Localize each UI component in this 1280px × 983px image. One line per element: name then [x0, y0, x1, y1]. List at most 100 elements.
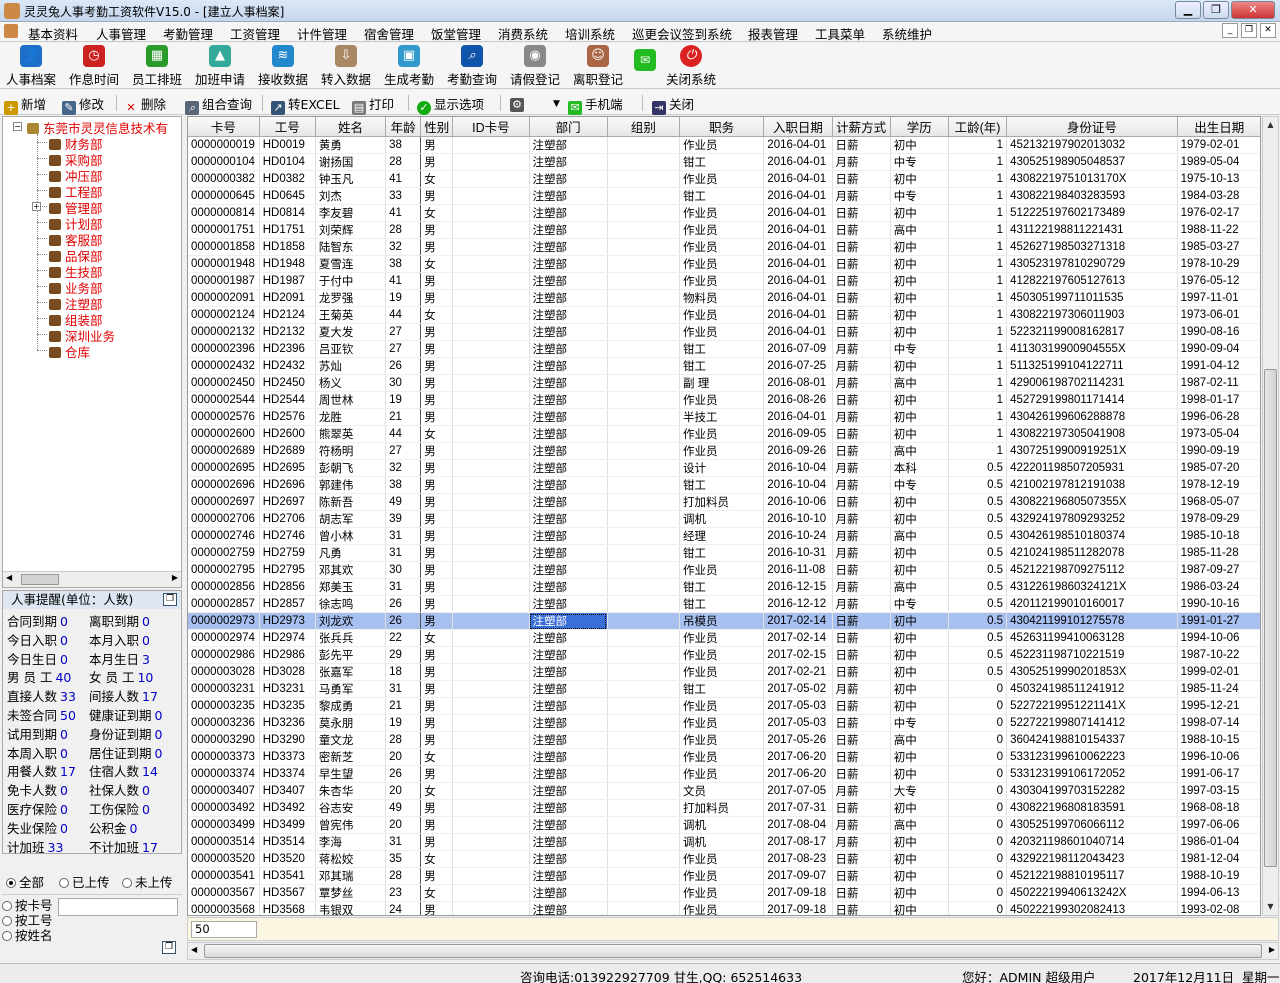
table-cell[interactable]: 0000002706 [188, 510, 260, 528]
table-cell[interactable]: 钳工 [679, 357, 765, 375]
table-cell[interactable] [452, 867, 530, 885]
menu-piecework[interactable]: 计件管理 [297, 24, 347, 43]
table-cell[interactable]: 0000002857 [188, 595, 260, 613]
table-cell[interactable]: 注塑部 [529, 289, 608, 307]
table-cell[interactable]: 调机 [679, 833, 765, 851]
scroll-thumb[interactable] [1264, 369, 1277, 867]
table-cell[interactable]: HD1858 [259, 238, 316, 256]
table-cell[interactable] [607, 238, 681, 256]
table-cell[interactable]: 43082219751013170X [1006, 170, 1178, 188]
table-cell[interactable]: 0000002973 [188, 612, 260, 630]
table-cell[interactable]: 男 [420, 680, 454, 698]
table-cell[interactable]: 0 [948, 867, 1008, 885]
table-cell[interactable]: 0000002986 [188, 646, 260, 664]
radio-uploaded[interactable]: 已上传 [59, 872, 110, 891]
table-cell[interactable]: 31 [385, 680, 422, 698]
table-cell[interactable]: HD3231 [259, 680, 316, 698]
table-cell[interactable]: 2017-05-26 [763, 731, 833, 749]
table-cell[interactable]: 430822196808183591 [1006, 799, 1178, 817]
table-cell[interactable]: 作业员 [679, 170, 765, 188]
table-cell[interactable]: 注塑部 [529, 170, 608, 188]
table-cell[interactable]: 0 [948, 731, 1008, 749]
table-cell[interactable]: 1 [948, 391, 1008, 409]
table-cell[interactable]: 0 [948, 765, 1008, 783]
table-cell[interactable]: 1 [948, 170, 1008, 188]
table-cell[interactable]: 1 [948, 187, 1008, 205]
table-cell[interactable]: 男 [420, 272, 454, 290]
table-cell[interactable]: 胡志军 [315, 510, 387, 528]
close-system-button[interactable]: ⏻ 关闭系统 [660, 45, 722, 89]
table-cell[interactable]: 初中 [890, 510, 949, 528]
table-row[interactable]: 0000000019 HD0019 黄勇 38 男 注塑部 作业员 2016-04-01 日薪初… [188, 136, 1260, 154]
table-cell[interactable]: 注塑部 [529, 459, 608, 477]
table-cell[interactable]: 注塑部 [529, 680, 608, 698]
column-header[interactable]: 计薪方式 [832, 117, 891, 137]
table-cell[interactable]: 日薪 [832, 289, 891, 307]
table-cell[interactable]: 注塑部 [529, 204, 608, 222]
table-cell[interactable]: 420112199010160017 [1006, 595, 1178, 613]
table-row[interactable]: 0000003541 HD3541 邓其瑞 28 男 注塑部 作业员 2017-09-07 日薪… [188, 867, 1260, 885]
table-cell[interactable]: HD2857 [259, 595, 316, 613]
table-cell[interactable]: HD2986 [259, 646, 316, 664]
table-cell[interactable]: 0000002396 [188, 340, 260, 358]
table-cell[interactable]: HD2600 [259, 425, 316, 443]
table-cell[interactable]: 注塑部 [529, 255, 608, 273]
table-cell[interactable]: 0000003374 [188, 765, 260, 783]
table-cell[interactable] [607, 408, 681, 426]
table-cell[interactable]: 日薪 [832, 391, 891, 409]
table-cell[interactable]: HD2689 [259, 442, 316, 460]
table-cell[interactable]: 中专 [890, 714, 949, 732]
table-cell[interactable]: HD3541 [259, 867, 316, 885]
table-cell[interactable]: 高中 [890, 374, 949, 392]
table-cell[interactable]: 2017-09-18 [763, 901, 833, 915]
table-cell[interactable] [607, 748, 681, 766]
table-cell[interactable]: HD3514 [259, 833, 316, 851]
table-cell[interactable] [607, 306, 681, 324]
table-cell[interactable] [607, 357, 681, 375]
table-cell[interactable]: HD2746 [259, 527, 316, 545]
table-cell[interactable]: 日薪 [832, 850, 891, 868]
menu-basic-data[interactable]: 基本资料 [28, 24, 78, 43]
table-cell[interactable] [607, 663, 681, 681]
table-cell[interactable]: 高中 [890, 442, 949, 460]
table-cell[interactable]: 27 [385, 323, 422, 341]
table-cell[interactable]: 0000000104 [188, 153, 260, 171]
table-cell[interactable]: 初中 [890, 170, 949, 188]
table-cell[interactable]: 日薪 [832, 561, 891, 579]
table-cell[interactable]: 2017-05-03 [763, 697, 833, 715]
table-cell[interactable]: 月薪 [832, 578, 891, 596]
table-cell[interactable] [452, 272, 530, 290]
table-cell[interactable]: 注塑部 [529, 340, 608, 358]
column-header[interactable]: 性别 [420, 117, 454, 137]
column-header[interactable]: 职务 [679, 117, 765, 137]
table-cell[interactable]: 19 [385, 714, 422, 732]
table-cell[interactable] [452, 833, 530, 851]
table-cell[interactable]: HD2544 [259, 391, 316, 409]
table-cell[interactable]: 1994-10-06 [1177, 629, 1260, 647]
table-cell[interactable]: 0000000645 [188, 187, 260, 205]
table-cell[interactable]: 初中 [890, 357, 949, 375]
table-row[interactable]: 0000002091 HD2091 龙罗强 19 男 注塑部 物料员 2016-04-01 日薪… [188, 289, 1260, 307]
table-cell[interactable]: 作业员 [679, 323, 765, 341]
table-cell[interactable]: 360424198810154337 [1006, 731, 1178, 749]
table-cell[interactable]: 注塑部 [529, 884, 608, 902]
table-cell[interactable]: 0000003028 [188, 663, 260, 681]
table-cell[interactable]: 26 [385, 357, 422, 375]
table-cell[interactable]: 刘杰 [315, 187, 387, 205]
table-cell[interactable] [607, 782, 681, 800]
table-cell[interactable]: 刘荣辉 [315, 221, 387, 239]
table-cell[interactable]: 注塑部 [529, 323, 608, 341]
table-cell[interactable]: 2016-04-01 [763, 306, 833, 324]
table-cell[interactable]: 1 [948, 136, 1008, 154]
table-cell[interactable]: 1978-12-19 [1177, 476, 1260, 494]
table-cell[interactable]: 注塑部 [529, 697, 608, 715]
table-cell[interactable]: 注塑部 [529, 799, 608, 817]
table-cell[interactable]: 1998-01-17 [1177, 391, 1260, 409]
table-cell[interactable]: 高中 [890, 731, 949, 749]
column-header[interactable]: ID卡号 [452, 117, 530, 137]
table-cell[interactable]: 早生望 [315, 765, 387, 783]
table-cell[interactable]: 男 [420, 578, 454, 596]
table-cell[interactable] [452, 561, 530, 579]
table-cell[interactable]: HD3373 [259, 748, 316, 766]
table-cell[interactable]: 注塑部 [529, 629, 608, 647]
